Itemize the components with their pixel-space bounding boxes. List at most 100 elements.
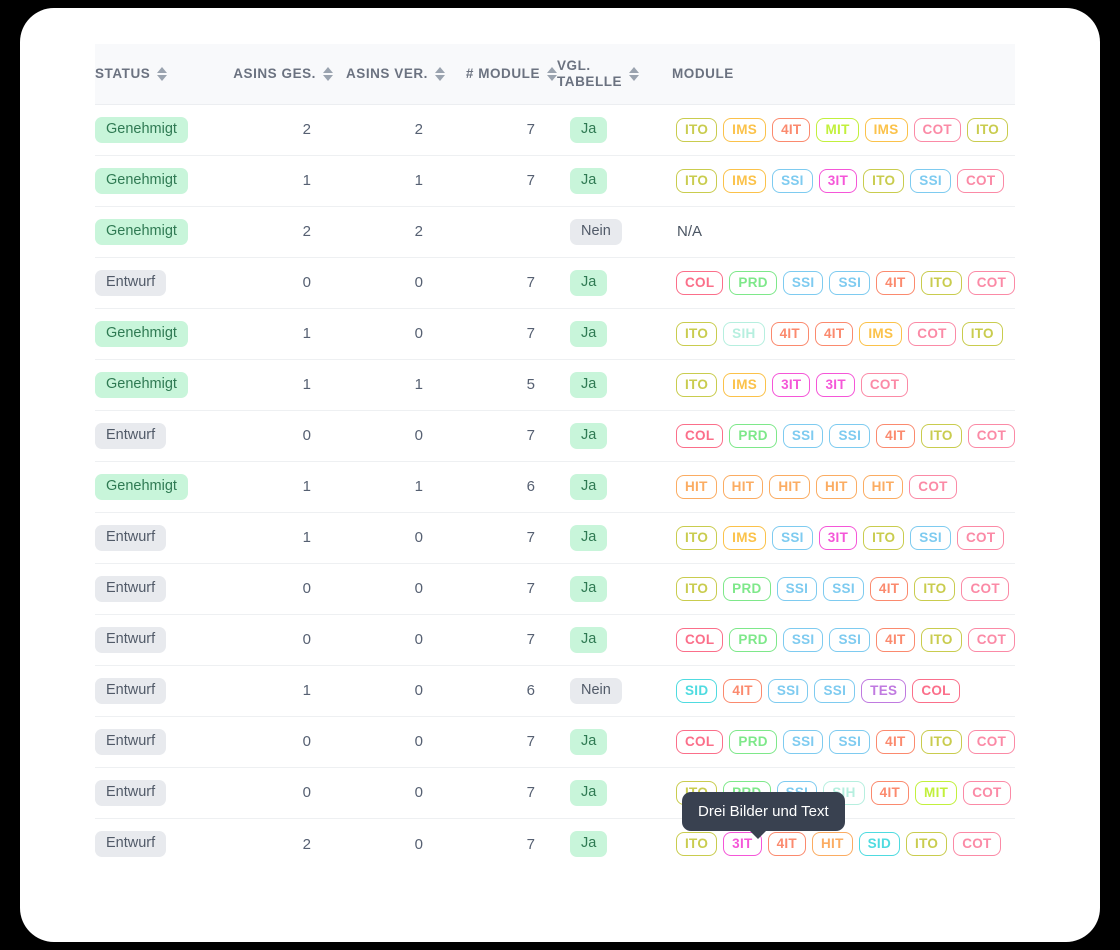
module-tag[interactable]: HIT: [815, 474, 857, 499]
module-tag[interactable]: COT: [967, 423, 1016, 448]
module-tag[interactable]: ITO: [676, 525, 718, 550]
module-tag[interactable]: 3IT: [818, 525, 858, 550]
module-tag[interactable]: 4IT: [767, 832, 806, 857]
module-tag[interactable]: ITO: [863, 525, 905, 550]
table-row[interactable]: Entwurf 0 0 7 Ja COL PRD SSI SSI 4IT ITO COT: [95, 257, 1016, 309]
module-tag[interactable]: SSI: [814, 678, 856, 703]
module-tag[interactable]: HIT: [811, 832, 853, 857]
module-tag[interactable]: IMS: [864, 117, 908, 142]
module-tag[interactable]: PRD: [723, 576, 771, 601]
module-tag[interactable]: IMS: [723, 168, 767, 193]
module-tag[interactable]: COL: [676, 729, 724, 754]
module-tag[interactable]: 3IT: [816, 372, 855, 397]
column-header-asins-ges[interactable]: ASINS GES.: [223, 44, 333, 105]
table-row[interactable]: Genehmigt 1 1 7 Ja ITO IMS SSI 3IT ITO SSI COT: [95, 155, 1015, 207]
table-row[interactable]: Entwurf 0 0 7 Ja COL PRD SSI SSI 4IT ITO COT: [95, 716, 1016, 768]
module-tag[interactable]: ITO: [676, 168, 718, 193]
module-tag[interactable]: ITO: [914, 576, 956, 601]
module-tag[interactable]: 4IT: [869, 576, 909, 601]
module-tag[interactable]: IMS: [723, 117, 767, 142]
module-tag[interactable]: SSI: [782, 627, 824, 652]
module-tag[interactable]: ITO: [961, 321, 1003, 346]
module-tag[interactable]: ITO: [920, 423, 962, 448]
sort-icon[interactable]: [629, 66, 640, 81]
module-tag[interactable]: SSI: [782, 423, 824, 448]
module-tag[interactable]: COT: [956, 168, 1005, 193]
module-tag[interactable]: PRD: [729, 729, 777, 754]
module-tag[interactable]: IMS: [859, 321, 903, 346]
table-row[interactable]: Entwurf 1 0 6 Nein SID 4IT SSI SSI TES COL: [95, 665, 1015, 717]
column-header-status[interactable]: STATUS: [95, 44, 223, 105]
table-row[interactable]: Entwurf 0 0 7 Ja COL PRD SSI SSI 4IT ITO COT: [95, 614, 1016, 666]
module-tag[interactable]: PRD: [729, 627, 777, 652]
table-row[interactable]: Genehmigt 2 2 7 Ja ITO IMS 4IT MIT IMS COT ITO: [95, 104, 1015, 156]
module-tag[interactable]: 4IT: [876, 270, 915, 295]
module-tag[interactable]: 4IT: [876, 627, 915, 652]
module-tag[interactable]: MIT: [816, 117, 859, 142]
module-tag[interactable]: COL: [676, 270, 724, 295]
module-tag[interactable]: HIT: [862, 474, 904, 499]
module-tag[interactable]: ITO: [676, 372, 718, 397]
module-tag[interactable]: 4IT: [876, 729, 915, 754]
module-tag[interactable]: SSI: [829, 423, 871, 448]
module-tag[interactable]: ITO: [676, 117, 718, 142]
module-tag[interactable]: COL: [676, 627, 724, 652]
module-tag[interactable]: COT: [908, 321, 956, 346]
module-tag[interactable]: COT: [963, 780, 1011, 805]
module-tag[interactable]: SID: [676, 678, 718, 703]
table-row[interactable]: Entwurf 0 0 7 Ja COL PRD SSI SSI 4IT ITO COT: [95, 410, 1016, 462]
table-row[interactable]: Entwurf007JaITOPRDSSISIH4ITMITCOT: [95, 767, 1015, 819]
module-tag[interactable]: SSI: [782, 729, 824, 754]
module-tag[interactable]: SIH: [723, 321, 765, 346]
table-row[interactable]: Entwurf 2 0 7 Ja ITO 3IT 4IT HIT SID ITO COT: [95, 818, 1015, 869]
module-tag[interactable]: SSI: [767, 678, 809, 703]
module-tag[interactable]: COT: [956, 525, 1005, 550]
module-tag[interactable]: 4IT: [770, 321, 809, 346]
sort-icon[interactable]: [323, 66, 333, 81]
module-tag[interactable]: HIT: [722, 474, 764, 499]
module-tag[interactable]: COT: [913, 117, 961, 142]
module-tag[interactable]: ITO: [863, 168, 905, 193]
module-tag[interactable]: PRD: [729, 423, 777, 448]
module-tag[interactable]: PRD: [729, 270, 777, 295]
module-tag[interactable]: COT: [967, 729, 1016, 754]
module-tag[interactable]: COL: [912, 678, 960, 703]
module-tag[interactable]: COT: [860, 372, 909, 397]
module-tag[interactable]: 3IT: [772, 372, 811, 397]
module-tag[interactable]: SID: [858, 832, 901, 857]
module-tag[interactable]: COT: [953, 832, 1001, 857]
table-row[interactable]: Genehmigt 1 1 6 Ja HIT HIT HIT HIT HIT COT: [95, 461, 1015, 513]
module-tag[interactable]: HIT: [676, 474, 717, 499]
module-tag[interactable]: COT: [961, 576, 1009, 601]
table-row[interactable]: Genehmigt 1 1 5 Ja ITO IMS 3IT 3IT COT: [95, 359, 1015, 411]
module-tag[interactable]: ITO: [676, 832, 718, 857]
module-tag[interactable]: SSI: [910, 525, 951, 550]
module-tag[interactable]: 4IT: [876, 423, 915, 448]
module-tag[interactable]: MIT: [915, 780, 958, 805]
module-tag[interactable]: IMS: [723, 372, 767, 397]
module-tag[interactable]: ITO: [920, 270, 962, 295]
module-tag[interactable]: TES: [861, 678, 907, 703]
column-header-asins-ver[interactable]: ASINS VER.: [333, 44, 445, 105]
module-tag[interactable]: HIT: [769, 474, 810, 499]
module-tag[interactable]: COL: [676, 423, 724, 448]
module-tag[interactable]: ITO: [676, 576, 718, 601]
column-header-vgl-tabelle[interactable]: VGL. TABELLE: [557, 44, 672, 105]
module-tag[interactable]: SSI: [823, 576, 864, 601]
module-tag[interactable]: SSI: [782, 270, 824, 295]
module-tag[interactable]: 4IT: [772, 117, 811, 142]
module-tag[interactable]: 4IT: [723, 678, 762, 703]
table-row[interactable]: Genehmigt 1 0 7 Ja ITO SIH 4IT 4IT IMS COT ITO: [95, 308, 1015, 360]
module-tag[interactable]: SSI: [772, 168, 813, 193]
module-tag[interactable]: 4IT: [814, 321, 854, 346]
module-tag[interactable]: ITO: [920, 627, 962, 652]
module-tag[interactable]: SSI: [910, 168, 951, 193]
module-tag[interactable]: ITO: [906, 832, 948, 857]
table-row[interactable]: Entwurf 1 0 7 Ja ITO IMS SSI 3IT ITO SSI COT: [95, 512, 1015, 564]
module-tag[interactable]: COT: [967, 270, 1016, 295]
module-tag[interactable]: COT: [967, 627, 1016, 652]
module-tag[interactable]: SSI: [829, 627, 871, 652]
module-tag[interactable]: ITO: [966, 117, 1009, 142]
sort-icon[interactable]: [157, 66, 168, 81]
module-tag[interactable]: IMS: [723, 525, 767, 550]
